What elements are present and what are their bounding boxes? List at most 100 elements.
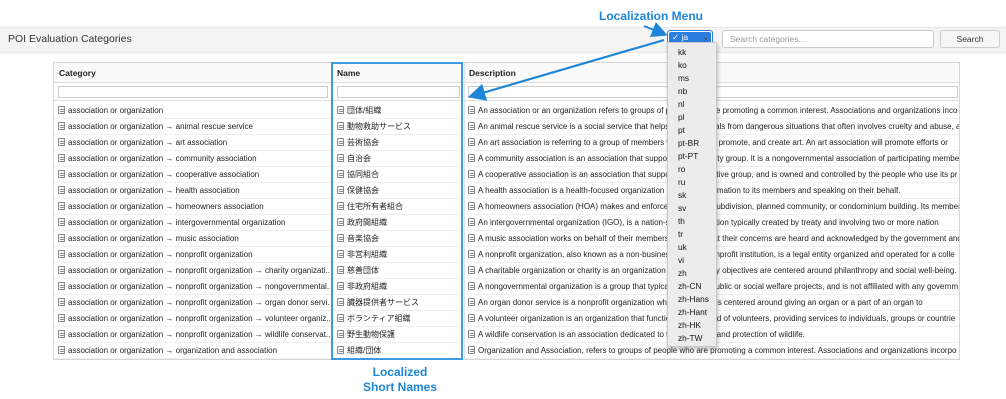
category-cell: association or organization → nonprofit … — [58, 250, 330, 260]
description-cell-text: An animal rescue service is a social ser… — [478, 122, 960, 131]
language-option[interactable]: sv — [678, 203, 686, 213]
document-icon — [58, 250, 65, 258]
category-cell-text: association or organization → organizati… — [68, 346, 278, 355]
document-icon — [58, 314, 65, 322]
header-description[interactable]: Description — [469, 68, 516, 78]
category-cell: association or organization → nonprofit … — [58, 266, 330, 276]
language-option[interactable]: pt — [678, 125, 685, 135]
description-cell-text: A nongovernmental organization is a grou… — [478, 282, 959, 291]
callout-line-2: Short Names — [362, 380, 438, 394]
table-row[interactable]: association or organization → nonprofit … — [54, 279, 959, 295]
category-cell: association or organization — [58, 106, 330, 116]
document-icon — [468, 170, 475, 178]
category-cell-text: association or organization → intergover… — [68, 218, 286, 227]
document-icon — [468, 250, 475, 258]
language-option[interactable]: zh — [678, 268, 687, 278]
table-row[interactable]: association or organization → nonprofit … — [54, 295, 959, 311]
table-row[interactable]: association or organization → health ass… — [54, 183, 959, 199]
language-option[interactable]: ko — [678, 60, 687, 70]
description-cell-text: A cooperative association is an associat… — [478, 170, 958, 179]
document-icon — [58, 154, 65, 162]
category-filter-input[interactable] — [58, 86, 328, 98]
language-option[interactable]: tr — [678, 229, 683, 239]
category-cell: association or organization → nonprofit … — [58, 282, 330, 292]
description-cell-text: Organization and Association, refers to … — [478, 346, 957, 355]
description-cell: Organization and Association, refers to … — [468, 346, 959, 356]
table-row[interactable]: association or organization → nonprofit … — [54, 263, 959, 279]
language-option[interactable]: pt-BR — [678, 138, 699, 148]
table-row[interactable]: association or organization → animal res… — [54, 119, 960, 135]
category-cell: association or organization → homeowners… — [58, 202, 330, 212]
description-cell-text: A charitable organization or charity is … — [478, 266, 957, 275]
category-cell: association or organization → animal res… — [58, 122, 330, 132]
language-option[interactable]: zh-CN — [678, 281, 702, 291]
language-option[interactable]: zh-Hans — [678, 294, 709, 304]
category-cell: association or organization → community … — [58, 154, 330, 164]
categories-table: Category Name Description association or… — [53, 62, 960, 360]
document-icon — [468, 218, 475, 226]
language-option[interactable]: sk — [678, 190, 686, 200]
table-row[interactable]: association or organization → art associ… — [54, 135, 959, 151]
language-option[interactable]: ro — [678, 164, 685, 174]
language-option[interactable]: pt-PT — [678, 151, 698, 161]
description-cell-text: An association or an organization refers… — [478, 106, 958, 115]
table-row[interactable]: association or organization → nonprofit … — [54, 311, 959, 327]
table-row[interactable]: association or organization → intergover… — [54, 215, 959, 231]
document-icon — [468, 154, 475, 162]
description-cell-text: A community association is an associatio… — [478, 154, 960, 163]
language-option[interactable]: nl — [678, 99, 684, 109]
document-icon — [468, 186, 475, 194]
table-row[interactable]: association or organization → nonprofit … — [54, 247, 959, 263]
language-option[interactable]: ru — [678, 177, 685, 187]
category-cell-text: association or organization → homeowners… — [68, 202, 264, 211]
language-dropdown-menu: kk ko ms nb nl pl pt pt-BR pt-PT ro ru sk sv th tr uk vi… — [667, 42, 717, 347]
category-cell-text: association or organization → art associ… — [68, 138, 228, 147]
header-category[interactable]: Category — [59, 68, 96, 78]
language-option[interactable]: zh-TW — [678, 333, 702, 343]
description-cell-text: A homeowners association (HOA) makes and… — [478, 202, 960, 211]
document-icon — [58, 234, 65, 242]
table-row[interactable]: association or organization → nonprofit … — [54, 327, 959, 343]
table-row[interactable]: association or organization → cooperativ… — [54, 167, 959, 183]
document-icon — [58, 346, 65, 354]
document-icon — [468, 314, 475, 322]
category-cell-text: association or organization → nonprofit … — [68, 266, 330, 275]
document-icon — [58, 122, 65, 130]
category-cell: association or organization → nonprofit … — [58, 330, 330, 340]
language-option[interactable]: nb — [678, 86, 687, 96]
table-row[interactable]: association or organization 団体/組織 An assoc… — [54, 103, 959, 119]
table-row[interactable]: association or organization → organizati… — [54, 343, 959, 359]
language-option[interactable]: vi — [678, 255, 684, 265]
document-icon — [58, 186, 65, 194]
category-cell-text: association or organization → health ass… — [68, 186, 240, 195]
name-column-highlight — [331, 62, 463, 360]
search-button[interactable]: Search — [940, 30, 1000, 48]
language-option[interactable]: zh-Hant — [678, 307, 707, 317]
category-cell-text: association or organization → nonprofit … — [68, 282, 330, 291]
table-row[interactable]: association or organization → community … — [54, 151, 960, 167]
language-option[interactable]: ms — [678, 73, 689, 83]
language-option[interactable]: th — [678, 216, 685, 226]
category-cell: association or organization → nonprofit … — [58, 314, 330, 324]
document-icon — [468, 138, 475, 146]
localization-menu-callout: Localization Menu — [599, 9, 704, 23]
document-icon — [58, 202, 65, 210]
callout-line-1: Localized — [372, 365, 428, 379]
document-icon — [468, 266, 475, 274]
table-row[interactable]: association or organization → homeowners… — [54, 199, 960, 215]
document-icon — [468, 106, 475, 114]
language-option[interactable]: kk — [678, 47, 686, 57]
table-header: Category Name Description — [54, 63, 959, 83]
document-icon — [468, 202, 475, 210]
localized-names-callout: Localized Short Names — [345, 365, 455, 395]
category-cell-text: association or organization — [68, 106, 164, 115]
document-icon — [58, 170, 65, 178]
document-icon — [58, 330, 65, 338]
language-option[interactable]: pl — [678, 112, 684, 122]
category-cell-text: association or organization → cooperativ… — [68, 170, 260, 179]
description-cell-text: A wildlife conservation is an associatio… — [478, 330, 805, 339]
table-row[interactable]: association or organization → music asso… — [54, 231, 959, 247]
language-option[interactable]: uk — [678, 242, 687, 252]
language-option[interactable]: zh-HK — [678, 320, 701, 330]
search-input[interactable] — [722, 30, 934, 48]
